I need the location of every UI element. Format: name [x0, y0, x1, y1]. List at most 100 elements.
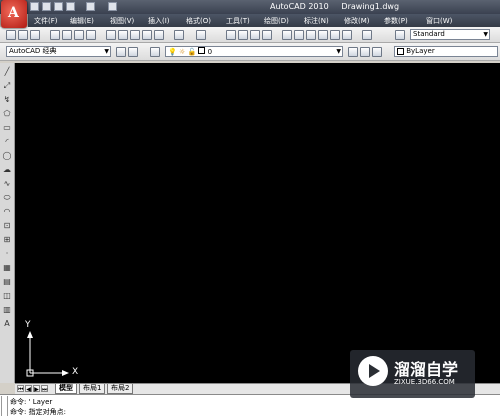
copy-icon[interactable]	[118, 30, 128, 40]
draw-toolbar: ╱ ⤢ ↯ ⬠ ▭ ◜ ◯ ☁ ∿ ⬭ ◠ ⊡ ⊞ · ▦ ▤ ◫ ▥ A	[0, 63, 15, 383]
spline-icon[interactable]: ∿	[2, 179, 12, 189]
markup-icon[interactable]	[330, 30, 340, 40]
3d-dwf-icon[interactable]	[86, 30, 96, 40]
window-title: AutoCAD 2010 Drawing1.dwg	[270, 2, 399, 11]
drawing-canvas[interactable]: Y X	[15, 63, 500, 383]
revision-cloud-icon[interactable]: ☁	[2, 165, 12, 175]
redo-icon[interactable]	[86, 2, 95, 11]
zoom-previous-icon[interactable]	[262, 30, 272, 40]
ucs-icon	[26, 331, 69, 377]
command-prompt-line: 命令: 指定对角点:	[10, 408, 66, 416]
app-name: AutoCAD 2010	[270, 2, 329, 11]
bulb-icon: 💡	[168, 48, 177, 56]
menu-parametric[interactable]: 参数(P)	[384, 16, 408, 26]
sheet-set-icon[interactable]	[318, 30, 328, 40]
make-current-layer-icon[interactable]	[348, 47, 358, 57]
gradient-icon[interactable]: ▤	[2, 277, 12, 287]
workspace-settings-icon[interactable]	[116, 47, 126, 57]
tab-layout1[interactable]: 布局1	[79, 384, 106, 394]
menu-view[interactable]: 视图(V)	[110, 16, 134, 26]
layer-iso-icon[interactable]	[372, 47, 382, 57]
polygon-icon[interactable]: ⬠	[2, 109, 12, 119]
color-swatch-icon	[198, 47, 206, 54]
publish-icon[interactable]	[74, 30, 84, 40]
tool-palettes-icon[interactable]	[306, 30, 316, 40]
menu-insert[interactable]: 插入(I)	[148, 16, 170, 26]
last-tab-icon[interactable]: ⏭	[41, 385, 48, 393]
pan-icon[interactable]	[226, 30, 236, 40]
autocad-logo-icon[interactable]: A	[1, 0, 27, 28]
undo-icon[interactable]	[66, 2, 75, 11]
title-bar: AutoCAD 2010 Drawing1.dwg	[0, 0, 500, 14]
insert-block-icon[interactable]: ⊡	[2, 221, 12, 231]
menu-draw[interactable]: 绘图(D)	[264, 16, 289, 26]
tab-model[interactable]: 模型	[55, 384, 77, 394]
open-icon[interactable]	[18, 30, 28, 40]
zoom-window-icon[interactable]	[250, 30, 260, 40]
layer-select[interactable]: 💡 ☼ 🔓 0 ▼	[165, 46, 343, 57]
tab-layout2[interactable]: 布局2	[107, 384, 134, 394]
menu-window[interactable]: 窗口(W)	[426, 16, 452, 26]
text-style-select[interactable]: Standard ▼	[410, 29, 490, 40]
make-block-icon[interactable]: ⊞	[2, 235, 12, 245]
rectangle-icon[interactable]: ▭	[2, 123, 12, 133]
workspace-select[interactable]: AutoCAD 经典 ▼	[6, 46, 111, 57]
command-history-line: 命令: ' Layer	[10, 398, 53, 406]
text-style-icon[interactable]	[395, 30, 405, 40]
menu-file[interactable]: 文件(F)	[34, 16, 58, 26]
color-swatch-icon	[397, 47, 404, 55]
quickcalc-icon[interactable]	[342, 30, 352, 40]
menu-modify[interactable]: 修改(M)	[344, 16, 370, 26]
undo-icon[interactable]	[174, 30, 184, 40]
redo-icon[interactable]	[196, 30, 206, 40]
hatch-icon[interactable]: ▦	[2, 263, 12, 273]
save-icon[interactable]	[54, 2, 63, 11]
menu-dimension[interactable]: 标注(N)	[304, 16, 329, 26]
help-icon[interactable]	[362, 30, 372, 40]
region-icon[interactable]: ◫	[2, 291, 12, 301]
table-icon[interactable]: ▥	[2, 305, 12, 315]
menu-tools[interactable]: 工具(T)	[226, 16, 250, 26]
zoom-realtime-icon[interactable]	[238, 30, 248, 40]
match-properties-icon[interactable]	[142, 30, 152, 40]
sun-icon: ☼	[178, 48, 186, 56]
circle-icon[interactable]: ◯	[2, 151, 12, 161]
watermark-logo-icon	[358, 356, 388, 386]
new-icon[interactable]	[6, 30, 16, 40]
standard-toolbar: Standard ▼	[0, 27, 500, 43]
command-window-grip[interactable]	[1, 396, 8, 416]
point-icon[interactable]: ·	[2, 249, 12, 259]
multiline-text-icon[interactable]: A	[2, 319, 12, 329]
cut-icon[interactable]	[106, 30, 116, 40]
ellipse-icon[interactable]: ⬭	[2, 193, 12, 203]
first-tab-icon[interactable]: ⏮	[17, 385, 24, 393]
arc-icon[interactable]: ◜	[2, 137, 12, 147]
ucs-x-label: X	[72, 367, 79, 377]
color-select[interactable]: ByLayer	[394, 46, 498, 57]
print-icon[interactable]	[108, 2, 117, 11]
construction-line-icon[interactable]: ⤢	[2, 81, 12, 91]
ellipse-arc-icon[interactable]: ◠	[2, 207, 12, 217]
layer-manager-icon[interactable]	[128, 47, 138, 57]
plot-preview-icon[interactable]	[62, 30, 72, 40]
layer-states-icon[interactable]	[150, 47, 160, 57]
design-center-icon[interactable]	[294, 30, 304, 40]
watermark-url: ZIXUE.3D66.COM	[394, 378, 455, 386]
block-editor-icon[interactable]	[154, 30, 164, 40]
prev-tab-icon[interactable]: ◀	[25, 385, 32, 393]
menu-format[interactable]: 格式(O)	[186, 16, 211, 26]
lock-icon: 🔓	[187, 48, 197, 56]
new-file-icon[interactable]	[30, 2, 39, 11]
next-tab-icon[interactable]: ▶	[33, 385, 40, 393]
layer-previous-icon[interactable]	[360, 47, 370, 57]
paste-icon[interactable]	[130, 30, 140, 40]
save-icon[interactable]	[30, 30, 40, 40]
polyline-icon[interactable]: ↯	[2, 95, 12, 105]
color-label: ByLayer	[406, 47, 435, 55]
line-icon[interactable]: ╱	[2, 67, 12, 77]
plot-icon[interactable]	[50, 30, 60, 40]
menu-edit[interactable]: 编辑(E)	[70, 16, 94, 26]
watermark-brand: 溜溜自学	[394, 360, 459, 379]
open-file-icon[interactable]	[42, 2, 51, 11]
properties-icon[interactable]	[282, 30, 292, 40]
